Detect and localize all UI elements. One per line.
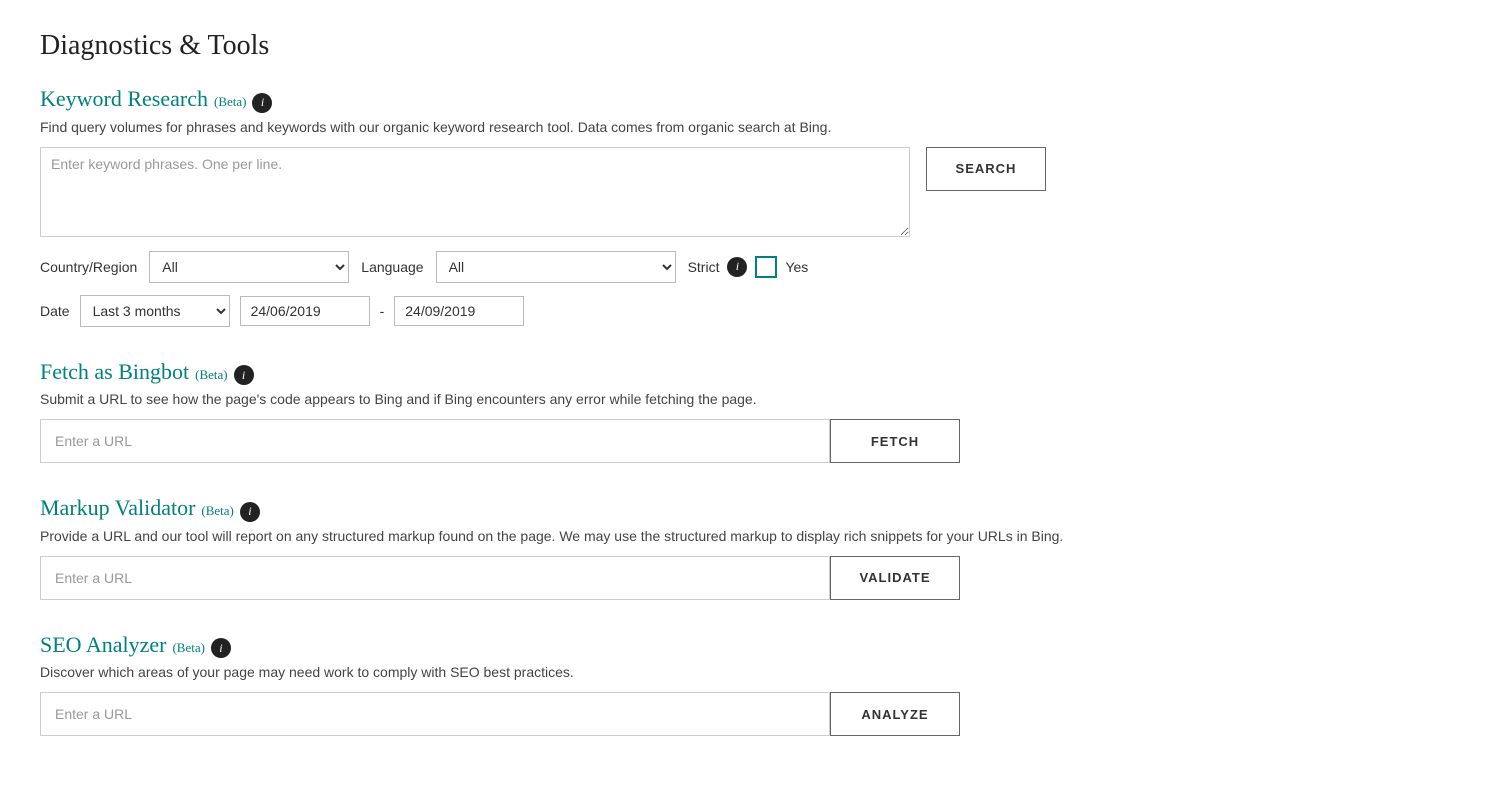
seo-analyzer-beta: (Beta) bbox=[172, 640, 204, 656]
seo-analyzer-title: SEO Analyzer bbox=[40, 632, 166, 658]
keyword-research-section: Keyword Research (Beta) i Find query vol… bbox=[40, 86, 1460, 327]
markup-validator-header: Markup Validator (Beta) i bbox=[40, 495, 1460, 522]
markup-validator-description: Provide a URL and our tool will report o… bbox=[40, 528, 1460, 544]
fetch-bingbot-beta: (Beta) bbox=[195, 367, 227, 383]
fetch-bingbot-description: Submit a URL to see how the page's code … bbox=[40, 391, 1460, 407]
fetch-bingbot-url-row: FETCH bbox=[40, 419, 1460, 463]
keyword-research-info-icon[interactable]: i bbox=[252, 93, 272, 113]
date-separator: - bbox=[380, 303, 385, 319]
fetch-bingbot-header: Fetch as Bingbot (Beta) i bbox=[40, 359, 1460, 386]
analyze-button[interactable]: ANALYZE bbox=[830, 692, 960, 736]
strict-checkbox[interactable] bbox=[755, 256, 777, 278]
keyword-input-row: SEARCH bbox=[40, 147, 1460, 237]
seo-analyzer-header: SEO Analyzer (Beta) i bbox=[40, 632, 1460, 659]
keyword-research-title: Keyword Research bbox=[40, 86, 208, 112]
markup-validator-url-row: VALIDATE bbox=[40, 556, 1460, 600]
seo-analyzer-url-input[interactable] bbox=[40, 692, 830, 736]
markup-validator-section: Markup Validator (Beta) i Provide a URL … bbox=[40, 495, 1460, 600]
language-select[interactable]: All bbox=[436, 251, 676, 283]
markup-validator-beta: (Beta) bbox=[201, 503, 233, 519]
strict-row: Strict i Yes bbox=[688, 256, 809, 278]
date-from-input[interactable] bbox=[240, 296, 370, 326]
fetch-bingbot-section: Fetch as Bingbot (Beta) i Submit a URL t… bbox=[40, 359, 1460, 464]
keyword-research-beta: (Beta) bbox=[214, 94, 246, 110]
country-region-select[interactable]: All bbox=[149, 251, 349, 283]
date-to-input[interactable] bbox=[394, 296, 524, 326]
seo-analyzer-url-row: ANALYZE bbox=[40, 692, 1460, 736]
seo-analyzer-description: Discover which areas of your page may ne… bbox=[40, 664, 1460, 680]
keyword-textarea[interactable] bbox=[40, 147, 910, 237]
seo-analyzer-info-icon[interactable]: i bbox=[211, 638, 231, 658]
page-title: Diagnostics & Tools bbox=[40, 30, 1460, 62]
seo-analyzer-section: SEO Analyzer (Beta) i Discover which are… bbox=[40, 632, 1460, 737]
fetch-bingbot-info-icon[interactable]: i bbox=[234, 365, 254, 385]
markup-validator-title: Markup Validator bbox=[40, 495, 195, 521]
strict-label: Strict bbox=[688, 259, 720, 275]
search-button[interactable]: SEARCH bbox=[926, 147, 1046, 191]
markup-validator-info-icon[interactable]: i bbox=[240, 502, 260, 522]
yes-label: Yes bbox=[785, 259, 808, 275]
date-range-select[interactable]: Last 3 months Last 6 months Last 12 mont… bbox=[80, 295, 230, 327]
date-label: Date bbox=[40, 303, 70, 319]
language-label: Language bbox=[361, 259, 423, 275]
validate-button[interactable]: VALIDATE bbox=[830, 556, 960, 600]
markup-validator-url-input[interactable] bbox=[40, 556, 830, 600]
keyword-research-description: Find query volumes for phrases and keywo… bbox=[40, 119, 1460, 135]
fetch-button[interactable]: FETCH bbox=[830, 419, 960, 463]
country-region-label: Country/Region bbox=[40, 259, 137, 275]
date-row: Date Last 3 months Last 6 months Last 12… bbox=[40, 295, 1460, 327]
strict-info-icon[interactable]: i bbox=[727, 257, 747, 277]
fetch-bingbot-title: Fetch as Bingbot bbox=[40, 359, 189, 385]
controls-row: Country/Region All Language All Strict i… bbox=[40, 251, 1460, 283]
fetch-bingbot-url-input[interactable] bbox=[40, 419, 830, 463]
keyword-research-header: Keyword Research (Beta) i bbox=[40, 86, 1460, 113]
